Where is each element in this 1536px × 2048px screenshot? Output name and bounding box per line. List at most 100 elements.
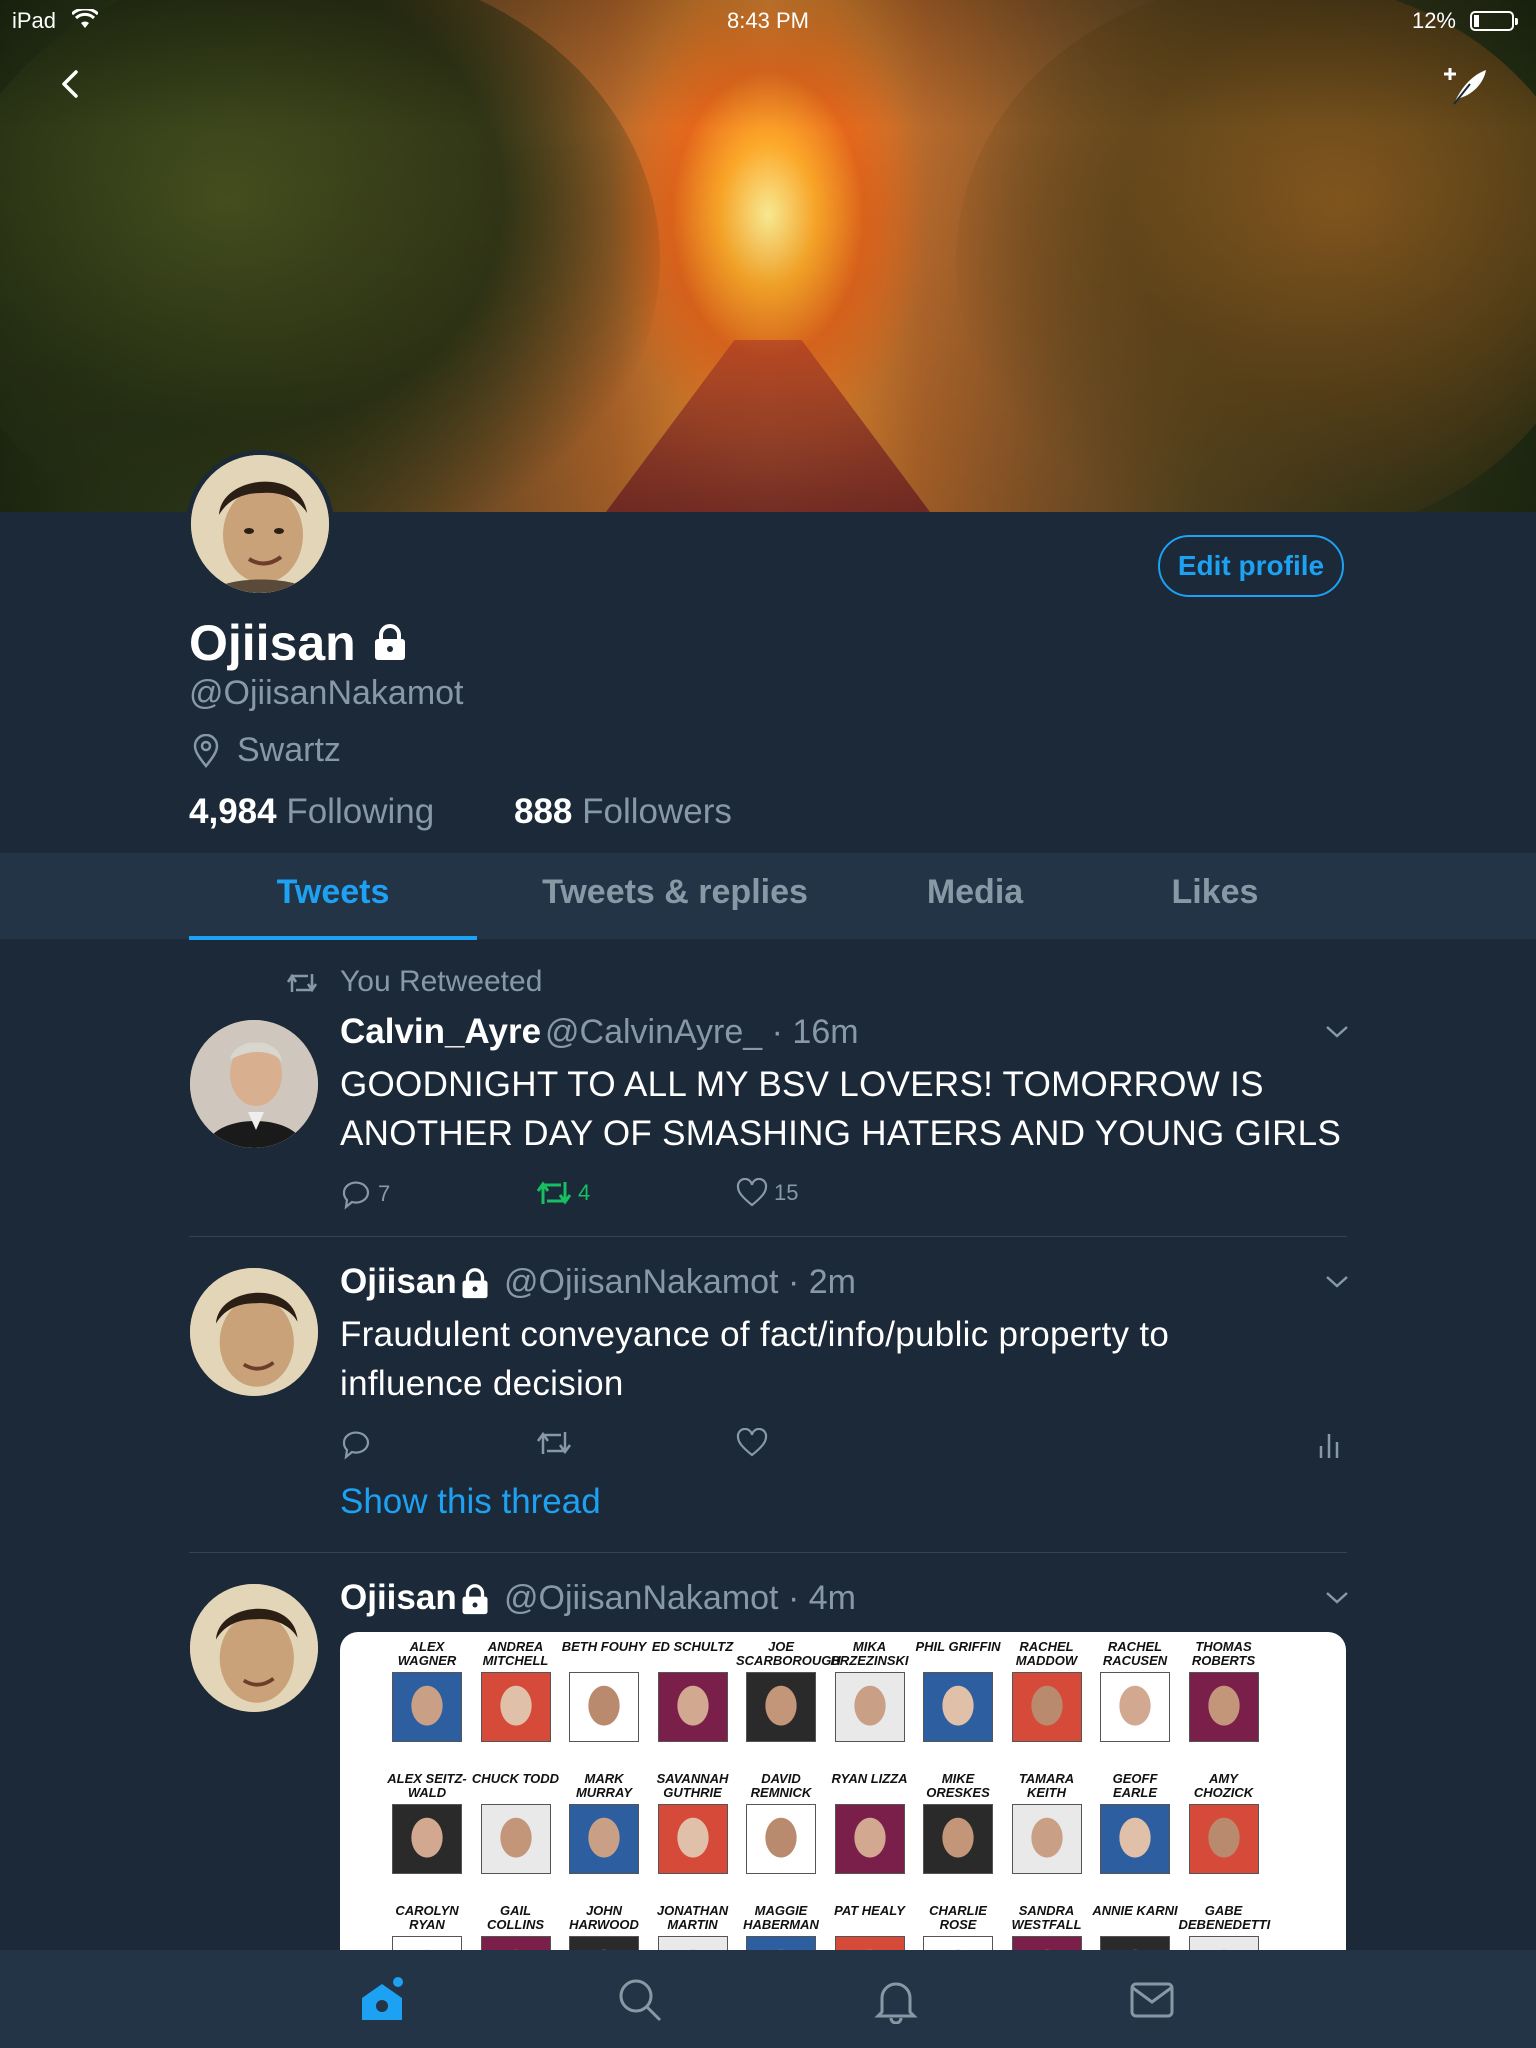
analytics-button[interactable] <box>1316 1428 1342 1460</box>
media-person-photo <box>746 1936 816 1950</box>
tweet-text-line: ANOTHER DAY OF SMASHING HATERS AND YOUNG… <box>340 1114 1342 1153</box>
media-person-photo <box>746 1672 816 1742</box>
avatar[interactable] <box>190 1584 318 1712</box>
media-person-photo <box>923 1936 993 1950</box>
media-person-name: GABE DEBENEDETTI <box>1178 1903 1271 1932</box>
profile-avatar[interactable] <box>186 450 334 598</box>
media-person-name: GAIL COLLINS <box>486 1903 545 1932</box>
media-person-name: SAVANNAH GUTHRIE <box>656 1771 729 1800</box>
media-person-name: CHUCK TODD <box>471 1771 560 1786</box>
compose-icon <box>1444 68 1486 105</box>
tab-tweets-replies[interactable]: Tweets & replies <box>520 873 830 912</box>
media-person-photo <box>569 1804 639 1874</box>
media-person-photo <box>834 1936 905 1950</box>
media-person-photo <box>834 1804 905 1874</box>
following-count: 4,984 <box>189 792 277 831</box>
home-icon <box>362 1977 403 2020</box>
media-person-name: MARK MURRAY <box>575 1771 633 1800</box>
media-person-photo <box>569 1672 639 1742</box>
tweet-meta: @OjiisanNakamot · 4m <box>504 1579 856 1617</box>
media-person-photo <box>1100 1804 1170 1874</box>
analytics-icon <box>1319 1434 1339 1458</box>
media-person-photo <box>746 1804 816 1874</box>
tab-media[interactable]: Media <box>900 873 1050 912</box>
tweet-media-image[interactable]: ALEX WAGNER ANDREA MITCHELL BETH FOUHY ED S… <box>340 1632 1346 1950</box>
edit-profile-button[interactable]: Edit profile <box>1158 535 1344 597</box>
media-person-photo <box>1011 1936 1082 1950</box>
chevron-down-icon[interactable] <box>1324 1024 1350 1045</box>
media-person-photo <box>392 1936 462 1950</box>
retweet-button[interactable] <box>536 1428 572 1458</box>
tweet-meta: @OjiisanNakamot · 2m <box>504 1263 856 1301</box>
tweet-author-name[interactable]: Ojiisan <box>340 1262 457 1302</box>
media-person-photo <box>657 1936 728 1950</box>
profile-name: Ojiisan <box>189 615 356 671</box>
tweet-text-line: Fraudulent conveyance of fact/info/publi… <box>340 1315 1170 1354</box>
home-tab[interactable] <box>358 1976 406 2024</box>
retweet-button[interactable]: 4 <box>536 1178 590 1208</box>
media-person-name: RACHEL RACUSEN <box>1102 1639 1168 1668</box>
reply-count: 7 <box>378 1181 391 1206</box>
tweet-text-line: GOODNIGHT TO ALL MY BSV LOVERS! TOMORROW… <box>340 1065 1264 1104</box>
media-person-photo <box>480 1804 551 1874</box>
media-person-photo <box>1100 1936 1170 1950</box>
tweet-text-line: influence decision <box>340 1364 624 1403</box>
retweet-icon <box>286 970 318 1001</box>
tweet-author-name[interactable]: Calvin_Ayre <box>340 1012 541 1052</box>
tweet-author-handle[interactable]: @OjiisanNakamot <box>504 1263 779 1301</box>
media-person-name: AMY CHOZICK <box>1193 1771 1254 1800</box>
media-person-photo <box>1011 1804 1082 1874</box>
media-person-name: JOE SCARBOROUGH <box>736 1639 841 1668</box>
back-button[interactable] <box>50 62 94 106</box>
reply-button[interactable]: 7 <box>340 1178 390 1210</box>
tweet-meta: @CalvinAyre_ · 16m <box>545 1013 859 1051</box>
like-button[interactable]: 15 <box>736 1178 798 1208</box>
followers-count: 888 <box>514 792 573 831</box>
media-person-photo <box>480 1936 551 1950</box>
tweet-text: Fraudulent conveyance of fact/info/publi… <box>340 1310 1440 1408</box>
search-tab[interactable] <box>616 1976 664 2024</box>
avatar[interactable] <box>190 1020 318 1148</box>
media-person-photo <box>480 1672 551 1742</box>
media-person-photo <box>392 1672 462 1742</box>
chevron-down-icon[interactable] <box>1324 1590 1350 1611</box>
profile-banner[interactable] <box>0 0 1536 512</box>
followers-stat[interactable]: 888 Followers <box>514 792 732 832</box>
lock-icon <box>460 1268 490 1305</box>
tweet-author-name[interactable]: Ojiisan <box>340 1578 457 1618</box>
show-thread-link[interactable]: Show this thread <box>340 1482 601 1522</box>
following-stat[interactable]: 4,984 Following <box>189 792 434 832</box>
media-person-photo <box>923 1804 993 1874</box>
battery-icon <box>1470 11 1518 31</box>
media-person-photo <box>1011 1672 1082 1742</box>
like-count: 15 <box>774 1180 799 1205</box>
tab-tweets[interactable]: Tweets <box>189 873 477 912</box>
media-person-name: ALEX SEITZ-WALD <box>387 1771 467 1800</box>
chevron-down-icon[interactable] <box>1324 1274 1350 1295</box>
notifications-tab[interactable] <box>872 1976 920 2025</box>
media-person-photo <box>1188 1804 1259 1874</box>
retweet-icon <box>536 1431 572 1455</box>
lock-icon <box>372 624 408 667</box>
messages-tab[interactable] <box>1128 1976 1176 2024</box>
profile-tabs: Tweets Tweets & replies Media Likes <box>0 853 1536 939</box>
media-person-name: RYAN LIZZA <box>831 1771 908 1786</box>
profile-handle: @OjiisanNakamot <box>189 674 464 712</box>
reply-button[interactable] <box>340 1428 372 1460</box>
like-button[interactable] <box>736 1428 768 1458</box>
avatar[interactable] <box>190 1268 318 1396</box>
tweet-author-handle[interactable]: @OjiisanNakamot <box>504 1579 779 1617</box>
retweet-context: You Retweeted <box>340 965 543 998</box>
media-person-name: ED SCHULTZ <box>651 1639 734 1654</box>
media-person-name: ALEX WAGNER <box>397 1639 457 1668</box>
media-person-name: PAT HEALY <box>834 1903 905 1918</box>
tweet-author-handle[interactable]: @CalvinAyre_ <box>545 1013 762 1051</box>
like-icon <box>736 1428 768 1457</box>
media-person-name: BETH FOUHY <box>561 1639 647 1654</box>
media-person-name: JOHN HARWOOD <box>569 1903 639 1932</box>
messages-icon <box>1130 1982 1174 2018</box>
tab-likes[interactable]: Likes <box>1140 873 1290 912</box>
compose-tweet-button[interactable] <box>1440 62 1490 112</box>
media-person-name: CAROLYN RYAN <box>395 1903 459 1932</box>
tweet-text: GOODNIGHT TO ALL MY BSV LOVERS! TOMORROW… <box>340 1060 1440 1158</box>
